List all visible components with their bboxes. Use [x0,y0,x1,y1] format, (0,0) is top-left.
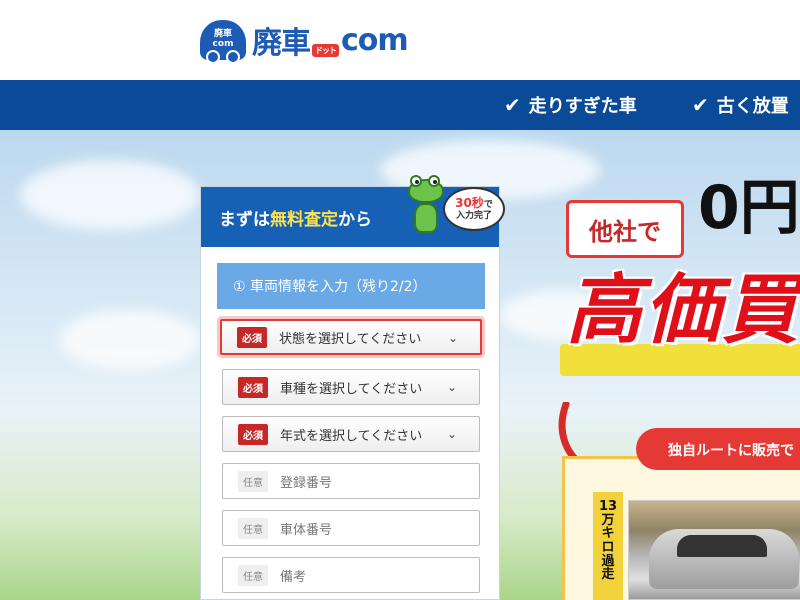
input-placeholder: 備考 [280,569,307,585]
site-header: 廃車 com 廃車 ドット com [0,0,800,80]
input-placeholder: 登録番号 [280,475,333,491]
form-head-prefix: まずは [219,210,270,230]
frog-mascot-icon [406,175,446,245]
feature-nav-band: ✔ 走りすぎた車 ✔ 古く放置 [0,80,800,130]
check-icon: ✔ [692,93,709,117]
step-indicator: ① 車両情報を入力（残り2/2） [217,263,485,309]
route-pill: 独自ルートに販売で [636,428,800,470]
km-char: キ [601,526,615,542]
condition-select[interactable]: 必須 状態を選択してください ⌄ [220,319,482,355]
bubble-line2: 入力完了 [455,210,492,221]
high-price-text: 高価買 [566,265,800,354]
mileage-strip: 13 万 キ ロ 過 走 [593,492,623,600]
check-icon: ✔ [504,93,521,117]
logo-dot-badge: ドット [312,43,339,57]
form-head-highlight: 無料査定 [270,210,338,230]
site-logo[interactable]: 廃車 com 廃車 ドット com [200,18,409,64]
chevron-down-icon: ⌄ [447,331,458,345]
chassis-number-input[interactable]: 任意 車体番号 [222,510,480,546]
nav-item-label: 古く放置 [716,96,789,117]
optional-badge: 任意 [238,470,268,492]
speech-bubble: 30秒で 入力完了 [443,187,505,231]
nav-item-overdriven[interactable]: ✔ 走りすぎた車 [504,92,637,118]
zero-yen-text: 0円 [698,173,800,243]
required-badge: 必須 [238,376,268,398]
bubble-seconds: 30秒 [455,196,484,210]
optional-badge: 任意 [238,517,268,539]
logo-main-text: 廃車 [252,26,311,61]
car-model-select[interactable]: 必須 車種を選択してください ⌄ [222,369,480,405]
assessment-form: まずは無料査定から 30秒で 入力完了 ① 車両情報を入力（残り2/2） 必須 … [200,175,505,600]
select-label: 車種を選択してください [280,381,423,397]
required-badge: 必須 [237,326,267,348]
nav-item-neglected[interactable]: ✔ 古く放置 [692,92,789,118]
km-char: 万 [601,512,615,528]
cloud-decoration [60,310,200,370]
optional-badge: 任意 [238,564,268,586]
form-head-suffix: から [338,210,372,230]
car-photo [628,500,800,600]
km-char: ロ [601,539,615,555]
car-window-shape [677,535,767,557]
cloud-decoration [20,160,200,230]
chevron-down-icon: ⌄ [446,380,457,394]
logo-com-text: com [341,22,409,58]
km-char: 13 [598,499,618,514]
required-badge: 必須 [238,423,268,445]
other-companies-badge: 他社で [566,200,684,258]
high-price-banner: 高価買 [560,265,800,382]
logo-car-text-2: com [212,39,234,49]
registration-number-input[interactable]: 任意 登録番号 [222,463,480,499]
chevron-down-icon: ⌄ [446,427,457,441]
logo-wordmark: 廃車 ドット com [252,18,409,62]
bubble-de: で [483,200,493,210]
logo-car-icon: 廃車 com [200,20,246,64]
model-year-select[interactable]: 必須 年式を選択してください ⌄ [222,416,480,452]
input-placeholder: 車体番号 [280,522,333,538]
km-char: 走 [601,567,615,583]
notes-input[interactable]: 任意 備考 [222,557,480,593]
nav-item-label: 走りすぎた車 [528,96,637,117]
select-label: 年式を選択してください [280,428,423,444]
select-label: 状態を選択してください [279,331,422,347]
